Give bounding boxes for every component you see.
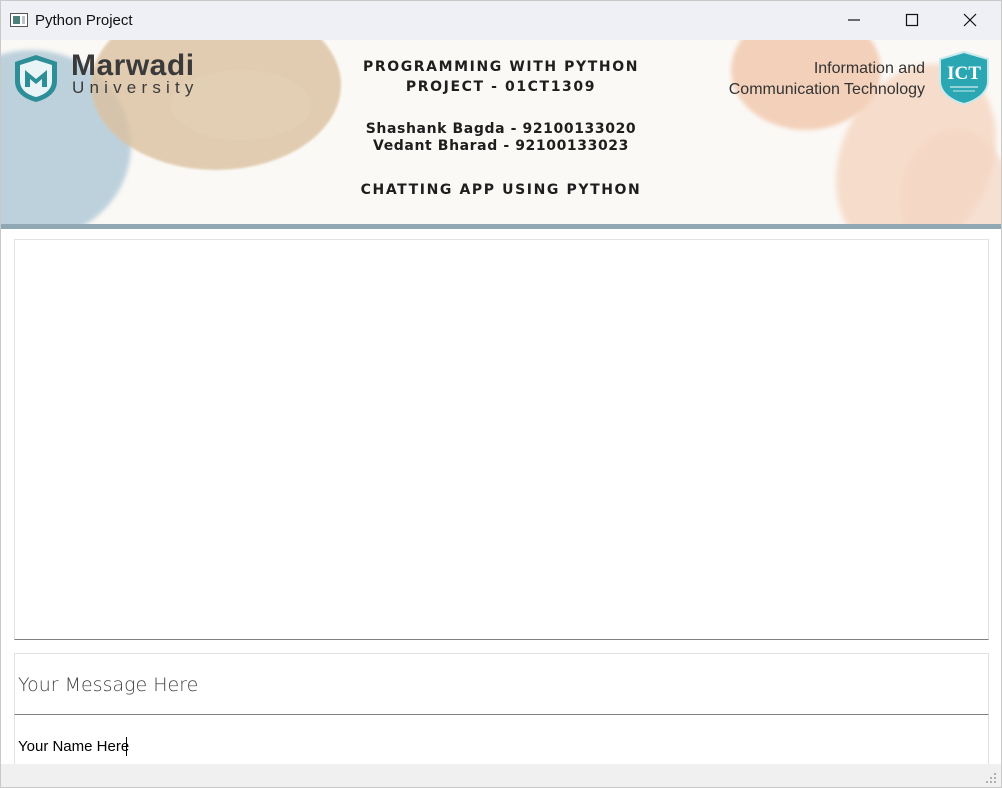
- window-title: Python Project: [35, 12, 133, 29]
- minimize-icon: [848, 19, 860, 21]
- app-window: Python Project Marwadi University PROGRA…: [0, 0, 1002, 788]
- student-one: Shashank Bagda - 92100133020: [365, 121, 637, 137]
- title-bar[interactable]: Python Project: [1, 1, 1001, 40]
- chat-messages-area[interactable]: [14, 239, 989, 640]
- close-icon: [963, 13, 977, 27]
- minimize-button[interactable]: [825, 1, 883, 40]
- message-input[interactable]: [18, 670, 978, 700]
- close-button[interactable]: [941, 1, 999, 40]
- student-two: Vedant Bharad - 92100133023: [373, 138, 629, 154]
- app-window-icon: [10, 13, 28, 27]
- department-line-1: Information and: [813, 60, 925, 77]
- resize-grip-icon[interactable]: [985, 772, 997, 784]
- name-field[interactable]: [14, 715, 989, 765]
- status-bar: [1, 764, 1001, 787]
- ict-badge-label: ICT: [947, 63, 981, 84]
- project-title: CHATTING APP USING PYTHON: [360, 182, 642, 198]
- banner-divider: [1, 224, 1001, 229]
- text-caret: [126, 737, 127, 756]
- ict-badge-icon: ICT: [939, 51, 989, 105]
- maximize-icon: [905, 13, 919, 27]
- department-name: Information and Communication Technology: [729, 58, 925, 100]
- message-field[interactable]: [14, 653, 989, 715]
- header-banner: Marwadi University PROGRAMMING WITH PYTH…: [1, 40, 1001, 226]
- maximize-button[interactable]: [883, 1, 941, 40]
- name-input[interactable]: [18, 735, 978, 757]
- department-line-2: Communication Technology: [728, 81, 925, 98]
